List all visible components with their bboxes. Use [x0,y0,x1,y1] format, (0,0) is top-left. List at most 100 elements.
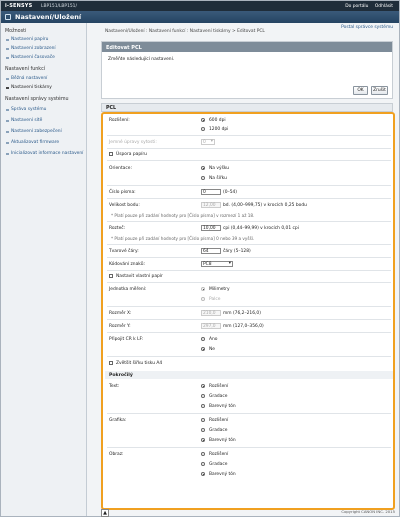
sidebar-item-initialize[interactable]: Inicializovat informace nastavení [5,151,83,156]
divider [107,244,391,245]
text-label: Text: [109,384,120,389]
note-pitch: * Platí pouze při zadání hodnoty pro [Čí… [111,236,255,241]
economy-checkbox[interactable] [109,152,113,156]
pitch-select[interactable]: 0 [201,139,215,145]
advanced-section-title: Pokročilý [105,371,393,379]
pitch-label: Jemné úpravy sytosti: [109,140,157,145]
divider [107,198,391,199]
res-1200-radio[interactable] [201,127,205,131]
landscape-radio[interactable] [201,176,205,180]
text-resolution-radio[interactable] [201,384,205,388]
crlf-yes-radio[interactable] [201,337,205,341]
portrait-label: Na výšku [209,166,230,171]
sidebar-item-system[interactable]: Správa systému [5,107,46,112]
sidebar-group-management: Nastavení správy systému [5,97,69,102]
top-links: Do portálu Odhlásit [340,4,393,9]
res-1200-label: 1200 dpi [209,127,229,132]
mm-label: Milimetry [209,287,230,292]
graphics-colortone-radio[interactable] [201,438,205,442]
page-header: Nastavení/Uložení [1,11,399,23]
graphics-label: Grafika: [109,418,127,423]
divider [107,221,391,222]
sidebar-group-functions: Nastavení funkcí [5,67,46,72]
page-title: Nastavení/Uložení [15,13,82,21]
divider [107,135,391,136]
text-colortone-radio[interactable] [201,404,205,408]
image-resolution-radio[interactable] [201,452,205,456]
divider [107,332,391,333]
panel-message: Změňte následující nastavení. [108,57,175,62]
sidebar-item-display[interactable]: Nastavení zobrazení [6,46,56,51]
sidebar-item-timer[interactable]: Nastavení časovače [6,55,55,60]
divider [107,282,391,283]
cancel-button[interactable]: Zrušit [371,86,388,95]
sidebar-item-security[interactable]: Nastavení zabezpečení [6,129,62,134]
divider [107,270,391,271]
text-resolution-label: Rozlišení [209,384,229,389]
image-gradation-radio[interactable] [201,462,205,466]
graphics-resolution-radio[interactable] [201,418,205,422]
res-600-label: 600 dpi [209,118,226,123]
edit-panel: Editovat PCL Změňte následující nastaven… [101,41,393,99]
text-gradation-radio[interactable] [201,394,205,398]
font-number-input[interactable]: 0 [201,189,221,195]
image-resolution-label: Rozlišení [209,452,229,457]
xdim-range: mm (76,2–216,0) [223,311,261,316]
top-bar: i-SENSYS LBP151/LBP151/ Do portálu Odhlá… [1,1,399,11]
font-number-label: Číslo písma: [109,190,136,195]
breadcrumb: Nastavení/Uložení : Nastavení funkcí : N… [105,29,265,34]
text-colortone-label: Barevný tón [209,404,236,409]
main-content: Nastavení/Uložení : Nastavení funkcí : N… [91,23,397,517]
sidebar-item-network[interactable]: Nastavení sítě [5,118,42,123]
ok-button[interactable]: OK [353,86,368,95]
ydim-range: mm (127,0–356,0) [223,324,264,329]
graphics-gradation-radio[interactable] [201,428,205,432]
custom-paper-checkbox[interactable] [109,274,113,278]
image-colortone-label: Barevný tón [209,472,236,477]
section-title: PCL [101,103,393,112]
copyright: Copyright CANON INC. 2015 [341,509,395,514]
mm-radio[interactable] [201,287,205,291]
pitch2-label: Rozteč: [109,226,126,231]
model-name: LBP151/LBP151/ [41,3,77,9]
inch-label: Palce [209,297,221,302]
logout-link[interactable]: Odhlásit [375,4,393,9]
crlf-no-radio[interactable] [201,347,205,351]
xdim-input[interactable]: 210,0 [201,310,221,316]
sidebar-item-paper[interactable]: Nastavení papíru [5,37,48,42]
divider [107,306,391,307]
image-label: Obraz: [109,452,124,457]
formlines-input[interactable]: 64 [201,248,221,254]
divider [107,319,391,320]
crlf-label: Připojit CR k LF: [109,337,144,342]
pointsize-input[interactable]: 12,00 [201,202,221,208]
res-600-radio[interactable] [201,118,205,122]
sidebar-item-printer[interactable]: Nastavení tiskárny [6,85,52,90]
divider [107,160,391,161]
pitch2-input[interactable]: 10,00 [201,225,221,231]
crlf-yes-label: Ano [209,337,218,342]
sidebar: Možnosti Nastavení papíru Nastavení zobr… [1,23,87,516]
charcode-select[interactable]: PC8 [201,261,233,267]
landscape-label: Na šířku [209,176,227,181]
inch-radio[interactable] [201,297,205,301]
browser-frame: i-SENSYS LBP151/LBP151/ Do portálu Odhlá… [0,0,400,517]
resolution-label: Rozlišení: [109,118,130,123]
portal-link[interactable]: Do portálu [345,4,368,9]
sidebar-item-firmware[interactable]: Aktualizovat firmware [5,140,59,145]
note-pointsize: * Platí pouze při zadání hodnoty pro [Čí… [111,213,255,218]
manager-link[interactable]: Postal správce systému [341,25,393,30]
image-gradation-label: Gradace [209,462,228,467]
a4-width-checkbox[interactable] [109,361,113,365]
charcode-label: Kódování znaků: [109,262,145,267]
divider [107,148,391,149]
image-colortone-radio[interactable] [201,472,205,476]
formlines-label: Tvarové čáry: [109,249,139,254]
brand-logo: i-SENSYS [5,3,33,9]
ydim-input[interactable]: 297,0 [201,323,221,329]
portrait-radio[interactable] [201,166,205,170]
pcl-form: Rozlišení: 600 dpi 1200 dpi Jemné úpravy… [101,112,395,510]
unit-label: Jednotka měření: [109,287,147,292]
back-to-top-icon[interactable]: ▲ [101,509,109,517]
sidebar-item-common[interactable]: Běžná nastavení [5,76,47,81]
